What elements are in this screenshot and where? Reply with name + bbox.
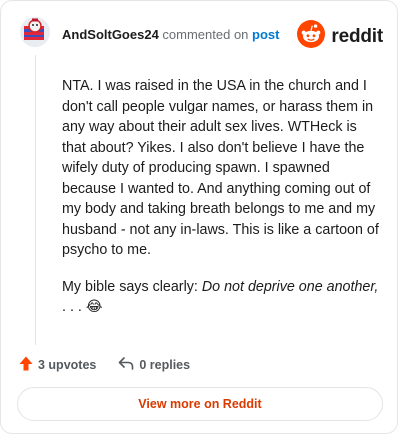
reddit-snoo-icon [297, 20, 326, 53]
commented-on-text: commented on [162, 27, 249, 42]
reply-count: 0 replies [139, 358, 191, 372]
reddit-comment-card: AndSoltGoes24 commented on post reddit N… [0, 0, 398, 434]
avatar[interactable] [20, 17, 50, 47]
view-more-on-reddit-button[interactable]: View more on Reddit [17, 387, 383, 421]
comment-header: AndSoltGoes24 commented on post [62, 27, 280, 43]
comment-body: NTA. I was raised in the USA in the chur… [62, 76, 382, 334]
upvote-button[interactable]: 3 upvotes [19, 356, 96, 374]
reply-button[interactable]: 0 replies [118, 357, 190, 373]
upvote-count: 3 upvotes [38, 358, 97, 372]
comment-paragraph-2-quote: Do not deprive one another, [201, 278, 379, 295]
reddit-wordmark: reddit [331, 25, 383, 47]
avatar-image [20, 17, 50, 47]
comment-paragraph-1: NTA. I was raised in the USA in the chur… [62, 78, 379, 258]
post-link[interactable]: post [252, 27, 279, 42]
upvote-arrow-icon [19, 356, 33, 374]
thread-line [35, 55, 36, 345]
comment-paragraph-2: My bible says clearly: Do not deprive on… [62, 277, 382, 318]
reply-arrow-icon [118, 357, 134, 373]
reddit-logo[interactable]: reddit [297, 20, 383, 53]
username[interactable]: AndSoltGoes24 [62, 27, 159, 42]
comment-paragraph-2-prefix: My bible says clearly: [62, 278, 202, 295]
comment-actions: 3 upvotes 0 replies [19, 356, 190, 374]
comment-paragraph-2-suffix: . . . 😂 [62, 299, 103, 315]
